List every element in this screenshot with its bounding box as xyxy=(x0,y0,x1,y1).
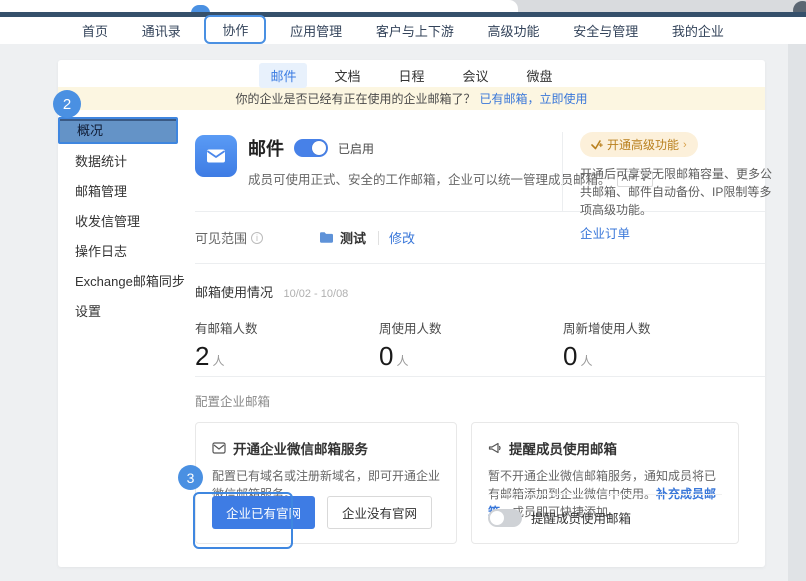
mail-header-section: 邮件 已启用 成员可使用正式、安全的工作邮箱，企业可以统一管理成员邮箱。 API… xyxy=(195,110,765,212)
usage-section: 邮箱使用情况 10/02 - 10/08 有邮箱人数 2人 xyxy=(195,264,765,377)
nav-item[interactable]: 协作 xyxy=(204,15,266,44)
remind-members-card: 提醒成员使用邮箱 暂不开通企业微信邮箱服务，通知成员将已有邮箱添加到企业微信中使… xyxy=(471,422,739,544)
usage-stat: 周使用人数 0人 xyxy=(379,318,563,372)
premium-description: 开通后可享受无限邮箱容量、更多公共邮箱、邮件自动备份、IP限制等多项高级功能。 xyxy=(580,165,782,219)
usage-stat: 有邮箱人数 2人 xyxy=(195,318,379,372)
sidebar-item[interactable]: 数据统计 xyxy=(58,147,178,177)
content-area: 邮件 已启用 成员可使用正式、安全的工作邮箱，企业可以统一管理成员邮箱。 API… xyxy=(178,110,765,567)
visibility-scope-name: 测试 xyxy=(340,228,366,247)
sidebar-item[interactable]: 概况 xyxy=(58,117,178,144)
edit-visibility-link[interactable]: 修改 xyxy=(389,228,415,247)
stat-unit: 人 xyxy=(212,354,224,368)
usage-title: 邮箱使用情况 xyxy=(195,285,273,300)
remind-toggle-label: 提醒成员使用邮箱 xyxy=(531,508,631,527)
divider xyxy=(488,494,722,495)
nav-item[interactable]: 首页 xyxy=(72,17,118,44)
folder-icon xyxy=(319,231,334,244)
page-right-shade xyxy=(788,44,806,581)
page-title: 邮件 xyxy=(248,135,284,161)
sidebar-item[interactable]: Exchange邮箱同步 xyxy=(58,267,178,297)
enterprise-order-link[interactable]: 企业订单 xyxy=(580,223,630,242)
header-vertical-divider xyxy=(562,132,563,212)
nav-item[interactable]: 客户与上下游 xyxy=(366,17,464,44)
stat-unit: 人 xyxy=(396,354,408,368)
stat-value: 2 xyxy=(195,341,209,371)
tab[interactable]: 会议 xyxy=(452,63,500,88)
sidebar-item[interactable]: 设置 xyxy=(58,297,178,327)
setup-card-title: 开通企业微信邮箱服务 xyxy=(233,438,368,458)
info-icon[interactable]: i xyxy=(251,232,263,244)
nav-item[interactable]: 通讯录 xyxy=(132,17,191,44)
premium-upgrade-button[interactable]: 开通高级功能 › xyxy=(580,132,698,157)
config-section: 配置企业邮箱 开通企业微信邮箱服务 配置已有域名或注册新域名，即可开通企业微信邮… xyxy=(195,377,765,544)
remind-card-title: 提醒成员使用邮箱 xyxy=(509,438,617,458)
sidebar-item[interactable]: 邮箱管理 xyxy=(58,177,178,207)
sub-tabs: 邮件 文档 日程 会议 微盘 xyxy=(58,60,765,87)
divider xyxy=(378,231,379,245)
mail-status-text: 已启用 xyxy=(338,140,374,157)
tab[interactable]: 文档 xyxy=(323,63,371,88)
envelope-icon xyxy=(204,144,228,168)
stat-value: 0 xyxy=(563,341,577,371)
config-section-label: 配置企业邮箱 xyxy=(195,391,765,410)
stat-unit: 人 xyxy=(580,354,592,368)
premium-spark-icon xyxy=(591,139,603,151)
notice-text: 你的企业是否已经有正在使用的企业邮箱了？ xyxy=(235,90,475,107)
visibility-label: 可见范围 xyxy=(195,228,247,247)
stat-value: 0 xyxy=(379,341,393,371)
usage-stat: 周新增使用人数 0人 xyxy=(563,318,747,372)
sidebar-item[interactable]: 操作日志 xyxy=(58,237,178,267)
main-panel: 邮件 文档 日程 会议 微盘 你的企业是否已经有正在使用的企业邮箱了？ 已有邮箱… xyxy=(58,60,765,567)
nav-item[interactable]: 高级功能 xyxy=(478,17,550,44)
visibility-scope: 测试 xyxy=(319,228,366,247)
browser-top-strip xyxy=(0,0,806,12)
mail-description: 成员可使用正式、安全的工作邮箱，企业可以统一管理成员邮箱。 xyxy=(248,169,611,188)
stat-label: 有邮箱人数 xyxy=(195,318,379,337)
nav-item[interactable]: 应用管理 xyxy=(280,17,352,44)
annotation-step-badge-3: 3 xyxy=(178,465,203,490)
sidebar: 概况 数据统计 邮箱管理 收发信管理 操作日志 Exchange邮箱同步 设置 xyxy=(58,110,178,567)
mail-enabled-toggle[interactable] xyxy=(294,139,328,157)
top-nav: 首页 通讯录 协作 应用管理 客户与上下游 高级功能 安全与管理 我的企业 xyxy=(0,17,806,44)
no-website-button[interactable]: 企业没有官网 xyxy=(327,496,432,529)
notice-bar: 你的企业是否已经有正在使用的企业邮箱了？ 已有邮箱，立即使用 xyxy=(58,87,765,110)
stat-label: 周使用人数 xyxy=(379,318,563,337)
browser-tab xyxy=(0,0,518,12)
chevron-right-icon: › xyxy=(683,139,687,151)
sidebar-item[interactable]: 收发信管理 xyxy=(58,207,178,237)
notice-link[interactable]: 已有邮箱，立即使用 xyxy=(480,90,588,107)
annotation-step-badge-2: 2 xyxy=(53,90,81,118)
premium-panel: 开通高级功能 › 开通后可享受无限邮箱容量、更多公共邮箱、邮件自动备份、IP限制… xyxy=(580,132,782,243)
setup-mailbox-card: 开通企业微信邮箱服务 配置已有域名或注册新域名，即可开通企业微信邮箱服务。 企业… xyxy=(195,422,457,544)
mail-app-icon xyxy=(195,135,237,177)
nav-item[interactable]: 我的企业 xyxy=(662,17,734,44)
nav-item[interactable]: 安全与管理 xyxy=(563,17,648,44)
has-website-button[interactable]: 企业已有官网 xyxy=(212,496,315,529)
usage-date-range: 10/02 - 10/08 xyxy=(283,288,348,300)
remind-members-toggle[interactable] xyxy=(488,509,522,527)
stat-label: 周新增使用人数 xyxy=(563,318,747,337)
usage-stats: 有邮箱人数 2人 周使用人数 0人 xyxy=(195,318,765,372)
megaphone-icon xyxy=(488,442,502,455)
envelope-outline-icon xyxy=(212,442,226,454)
tab[interactable]: 邮件 xyxy=(259,63,307,88)
tab[interactable]: 日程 xyxy=(387,63,435,88)
tab[interactable]: 微盘 xyxy=(516,63,564,88)
